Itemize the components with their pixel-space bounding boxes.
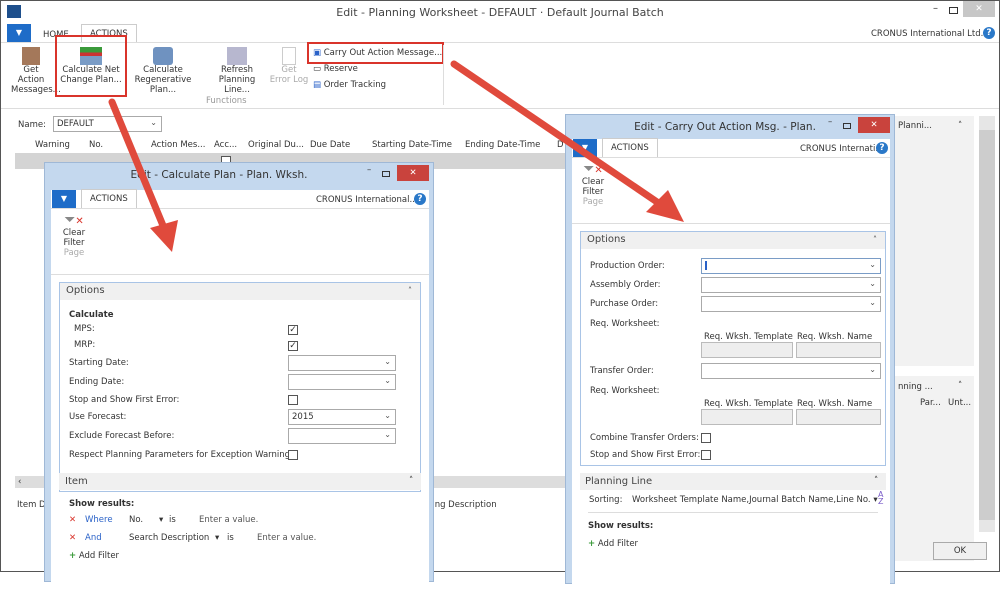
annotation-arrows — [108, 60, 684, 252]
arrow-to-carry-out — [450, 60, 684, 222]
arrow-to-calculate-plan — [108, 98, 178, 252]
